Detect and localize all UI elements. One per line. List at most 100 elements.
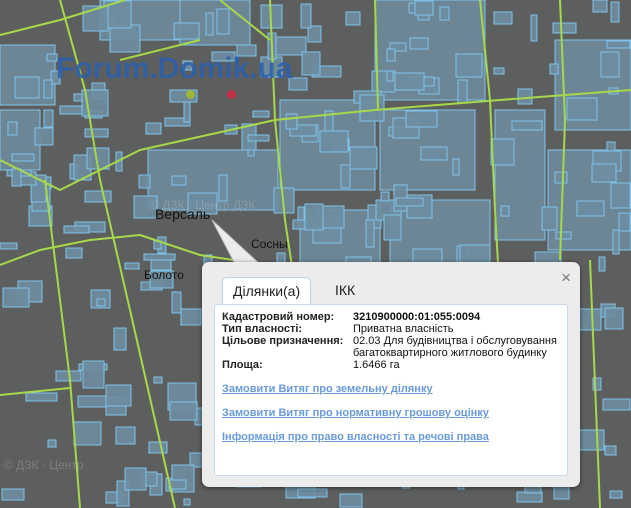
land-parcel[interactable] xyxy=(555,231,572,240)
land-parcel[interactable] xyxy=(349,146,378,170)
land-parcel[interactable] xyxy=(549,63,559,75)
land-parcel[interactable] xyxy=(105,384,132,407)
land-parcel[interactable] xyxy=(63,225,90,234)
land-parcel[interactable] xyxy=(113,327,127,351)
land-parcel[interactable] xyxy=(606,40,631,49)
land-parcel[interactable] xyxy=(0,242,18,250)
land-parcel[interactable] xyxy=(517,88,533,105)
land-parcel[interactable] xyxy=(1,488,25,501)
land-parcel[interactable] xyxy=(47,439,57,448)
land-parcel[interactable] xyxy=(340,164,351,189)
land-parcel[interactable] xyxy=(319,130,349,153)
land-parcel[interactable] xyxy=(11,168,22,187)
land-parcel[interactable] xyxy=(173,22,200,40)
land-parcel[interactable] xyxy=(554,171,568,184)
land-parcel[interactable] xyxy=(169,401,198,421)
land-parcel[interactable] xyxy=(84,190,112,203)
land-parcel[interactable] xyxy=(610,1,620,23)
land-parcel[interactable] xyxy=(455,53,483,78)
land-parcel[interactable] xyxy=(598,256,606,272)
land-parcel[interactable] xyxy=(600,51,620,78)
land-parcel[interactable] xyxy=(205,12,214,36)
land-parcel[interactable] xyxy=(285,113,298,130)
land-parcel[interactable] xyxy=(301,51,321,76)
land-parcel[interactable] xyxy=(420,146,448,161)
land-parcel[interactable] xyxy=(124,262,140,270)
land-parcel[interactable] xyxy=(610,182,631,209)
land-parcel[interactable] xyxy=(490,138,515,166)
land-parcel[interactable] xyxy=(592,0,608,13)
tab-ikk[interactable]: ІКК xyxy=(325,277,365,303)
land-parcel[interactable] xyxy=(180,308,202,326)
land-parcel[interactable] xyxy=(183,498,191,506)
land-parcel[interactable] xyxy=(365,219,375,248)
land-parcel[interactable] xyxy=(43,109,54,128)
land-parcel[interactable] xyxy=(171,291,182,314)
land-parcel[interactable] xyxy=(43,79,53,99)
land-parcel[interactable] xyxy=(493,11,513,25)
land-parcel[interactable] xyxy=(65,247,83,259)
land-parcel[interactable] xyxy=(14,76,40,99)
land-parcel[interactable] xyxy=(602,398,631,411)
land-parcel[interactable] xyxy=(578,429,605,451)
land-parcel[interactable] xyxy=(73,421,102,446)
land-parcel[interactable] xyxy=(576,200,605,217)
land-parcel[interactable] xyxy=(604,307,624,330)
land-parcel[interactable] xyxy=(604,445,617,456)
land-parcel[interactable] xyxy=(439,6,450,21)
land-parcel[interactable] xyxy=(386,48,396,62)
land-parcel[interactable] xyxy=(84,128,109,138)
land-parcel[interactable] xyxy=(300,3,312,29)
land-parcel[interactable] xyxy=(153,376,163,384)
land-parcel[interactable] xyxy=(34,127,54,146)
land-parcel[interactable] xyxy=(297,488,328,498)
land-parcel[interactable] xyxy=(530,14,538,42)
land-parcel[interactable] xyxy=(395,197,424,207)
land-parcel[interactable] xyxy=(380,191,390,202)
land-parcel[interactable] xyxy=(566,97,598,121)
close-icon[interactable]: × xyxy=(561,268,571,288)
land-parcel[interactable] xyxy=(414,0,434,16)
land-parcel[interactable] xyxy=(168,479,187,490)
land-parcel[interactable] xyxy=(552,22,577,34)
ownership-info-link[interactable]: Інформація про право власності та речові… xyxy=(222,431,489,443)
land-parcel[interactable] xyxy=(247,134,270,142)
land-parcel[interactable] xyxy=(96,298,106,307)
land-parcel[interactable] xyxy=(511,120,543,131)
land-parcel[interactable] xyxy=(11,153,35,162)
land-parcel[interactable] xyxy=(25,392,58,402)
land-parcel[interactable] xyxy=(591,163,617,183)
land-parcel[interactable] xyxy=(138,174,151,189)
land-parcel[interactable] xyxy=(345,11,361,26)
land-parcel[interactable] xyxy=(145,122,162,135)
tab-parcels[interactable]: Ділянки(а) xyxy=(222,277,312,305)
land-parcel[interactable] xyxy=(77,395,108,408)
land-parcel[interactable] xyxy=(82,360,105,389)
land-parcel[interactable] xyxy=(124,467,147,491)
land-parcel[interactable] xyxy=(143,253,176,261)
land-parcel[interactable] xyxy=(115,426,136,445)
land-parcel[interactable] xyxy=(383,214,402,241)
land-parcel[interactable] xyxy=(609,490,623,499)
land-parcel[interactable] xyxy=(618,212,631,232)
land-parcel[interactable] xyxy=(457,79,468,104)
land-parcel[interactable] xyxy=(408,2,416,14)
land-parcel[interactable] xyxy=(2,287,30,308)
land-parcel[interactable] xyxy=(612,229,620,255)
land-parcel[interactable] xyxy=(500,205,510,217)
land-parcel[interactable] xyxy=(452,158,460,176)
land-parcel[interactable] xyxy=(394,72,425,91)
land-parcel[interactable] xyxy=(109,24,141,53)
land-parcel[interactable] xyxy=(7,121,18,136)
order-land-extract-link[interactable]: Замовити Витяг про земельну ділянку xyxy=(222,383,433,395)
land-parcel[interactable] xyxy=(148,441,168,454)
land-parcel[interactable] xyxy=(405,110,438,128)
land-parcel[interactable] xyxy=(386,70,394,82)
land-parcel[interactable] xyxy=(359,94,385,122)
land-parcel[interactable] xyxy=(606,141,616,152)
order-valuation-extract-link[interactable]: Замовити Витяг про нормативну грошову оц… xyxy=(222,407,489,419)
land-parcel[interactable] xyxy=(216,8,230,35)
land-parcel[interactable] xyxy=(171,175,187,186)
land-parcel[interactable] xyxy=(493,67,505,75)
land-parcel[interactable] xyxy=(252,110,270,118)
